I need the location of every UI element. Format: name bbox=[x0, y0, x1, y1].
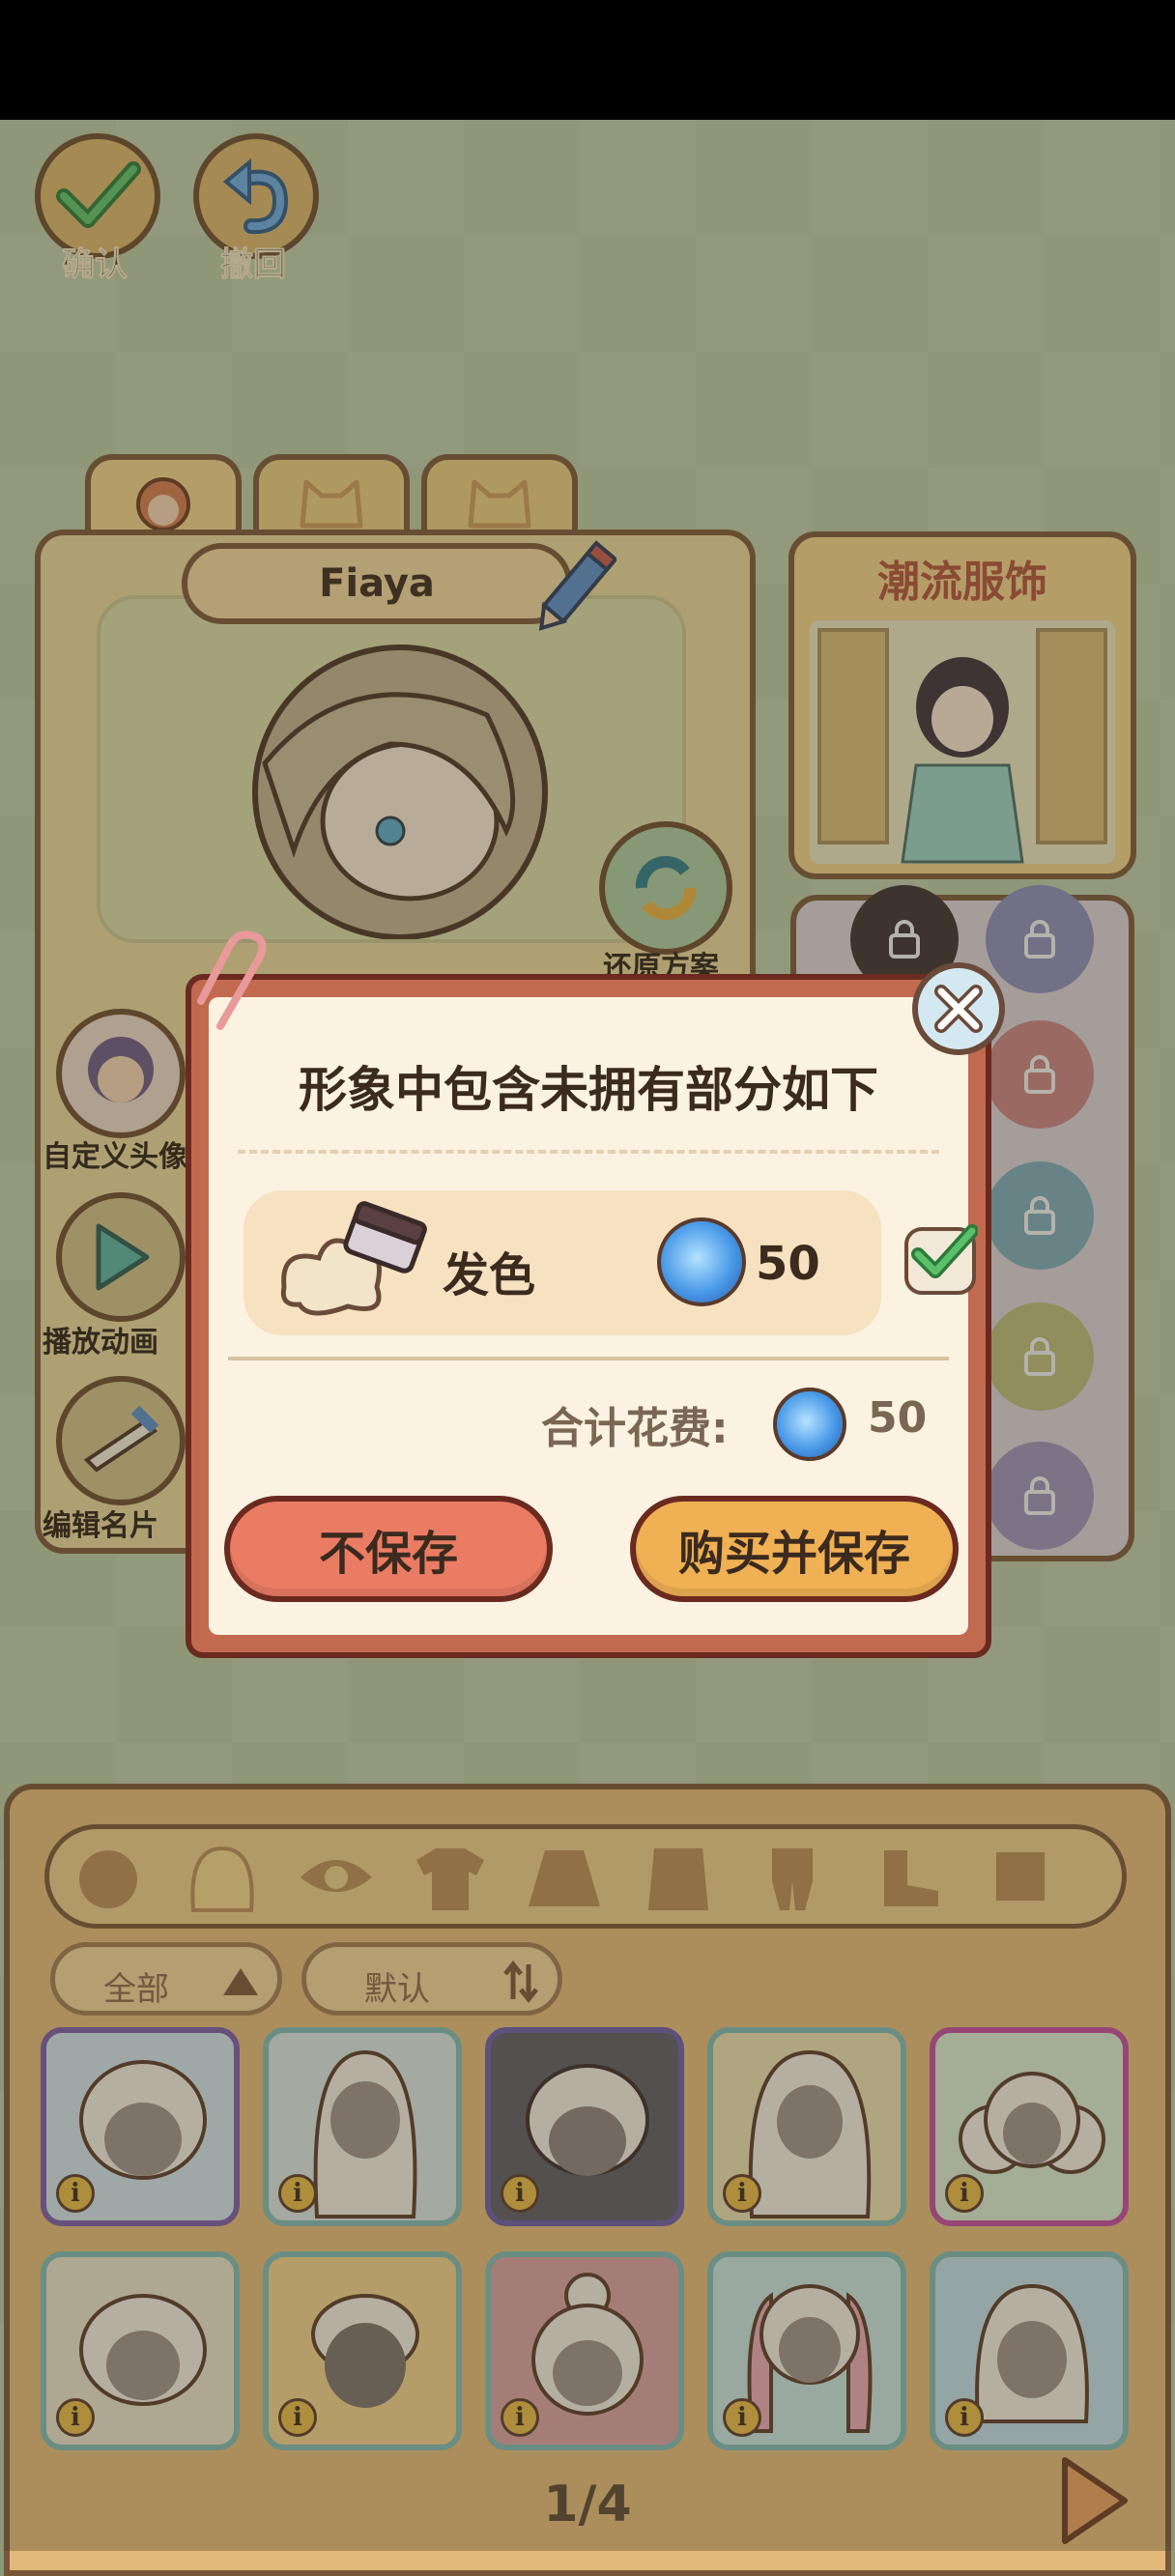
item-price: 50 bbox=[756, 1237, 820, 1291]
checkmark-icon bbox=[911, 1224, 978, 1278]
status-bar bbox=[0, 0, 1175, 120]
dashed-divider bbox=[238, 1150, 939, 1154]
purchase-dialog: 形象中包含未拥有部分如下 发色 50 合计花费: 50 不保存 购买并保存 bbox=[186, 974, 991, 1658]
unowned-item-row: 发色 50 bbox=[244, 1190, 881, 1335]
close-dialog-button[interactable] bbox=[912, 962, 1005, 1055]
total-cost-label: 合计花费: bbox=[541, 1404, 729, 1453]
dont-save-label: 不保存 bbox=[318, 1527, 458, 1581]
buy-and-save-button[interactable]: 购买并保存 bbox=[630, 1496, 959, 1602]
buy-and-save-label: 购买并保存 bbox=[677, 1527, 910, 1581]
dialog-title: 形象中包含未拥有部分如下 bbox=[299, 1062, 878, 1118]
dialog-body: 形象中包含未拥有部分如下 发色 50 合计花费: 50 不保存 购买并保存 bbox=[209, 997, 978, 1635]
hair-dye-icon bbox=[280, 1201, 427, 1316]
paperclip-icon bbox=[197, 930, 267, 1030]
gem-currency-icon bbox=[657, 1217, 746, 1306]
item-select-checkbox[interactable] bbox=[904, 1224, 978, 1295]
dont-save-button[interactable]: 不保存 bbox=[224, 1496, 553, 1602]
close-icon bbox=[934, 985, 983, 1033]
divider bbox=[228, 1357, 949, 1360]
item-name: 发色 bbox=[443, 1248, 536, 1302]
total-cost-value: 50 bbox=[868, 1393, 928, 1443]
gem-currency-icon bbox=[773, 1388, 846, 1461]
